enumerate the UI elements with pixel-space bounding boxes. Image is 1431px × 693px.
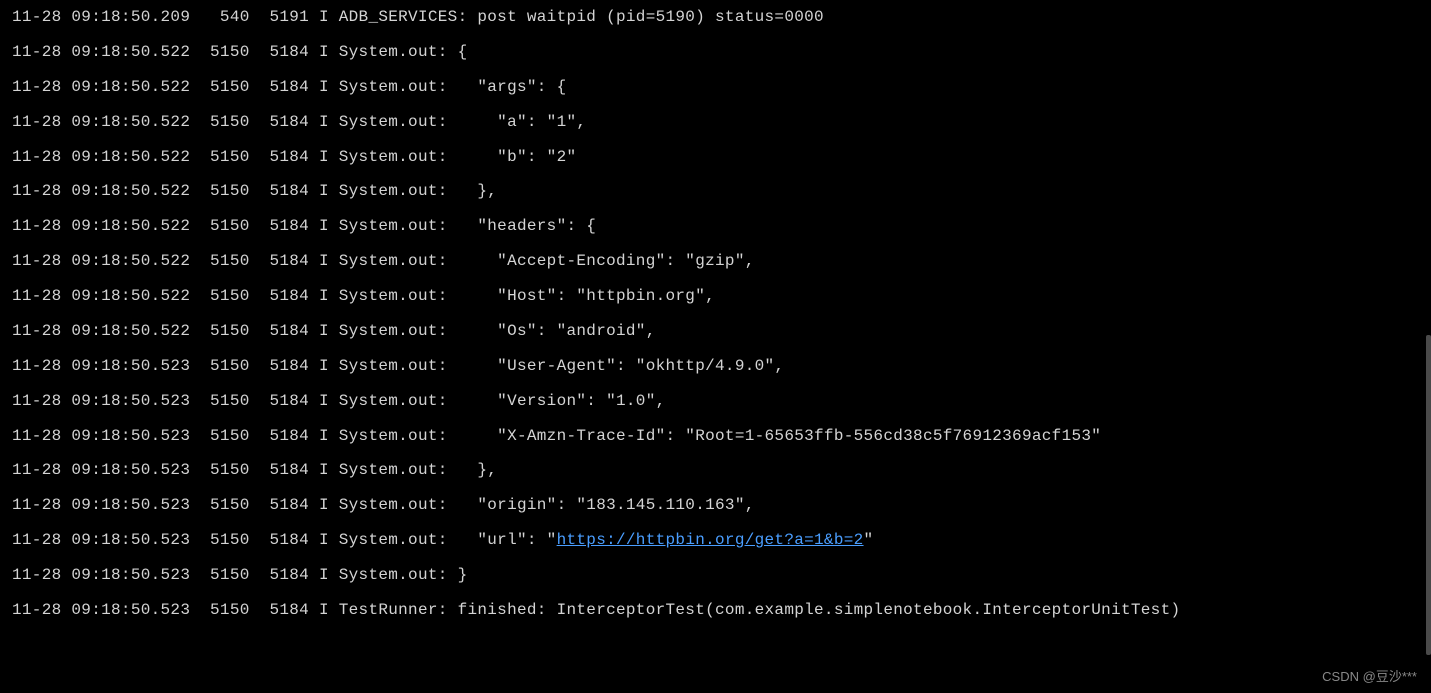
log-line[interactable]: 11-28 09:18:50.523 5150 5184 I System.ou… bbox=[12, 419, 1419, 454]
log-line[interactable]: 11-28 09:18:50.522 5150 5184 I System.ou… bbox=[12, 209, 1419, 244]
log-line[interactable]: 11-28 09:18:50.522 5150 5184 I System.ou… bbox=[12, 70, 1419, 105]
log-line[interactable]: 11-28 09:18:50.522 5150 5184 I System.ou… bbox=[12, 244, 1419, 279]
log-line[interactable]: 11-28 09:18:50.523 5150 5184 I System.ou… bbox=[12, 384, 1419, 419]
log-line[interactable]: 11-28 09:18:50.523 5150 5184 I System.ou… bbox=[12, 453, 1419, 488]
log-line[interactable]: 11-28 09:18:50.522 5150 5184 I System.ou… bbox=[12, 314, 1419, 349]
log-line[interactable]: 11-28 09:18:50.522 5150 5184 I System.ou… bbox=[12, 174, 1419, 209]
log-line[interactable]: 11-28 09:18:50.209 540 5191 I ADB_SERVIC… bbox=[12, 0, 1419, 35]
log-line[interactable]: 11-28 09:18:50.523 5150 5184 I System.ou… bbox=[12, 558, 1419, 593]
scrollbar[interactable] bbox=[1426, 0, 1431, 693]
log-output[interactable]: 11-28 09:18:50.209 540 5191 I ADB_SERVIC… bbox=[0, 0, 1431, 628]
log-line[interactable]: 11-28 09:18:50.523 5150 5184 I System.ou… bbox=[12, 523, 1419, 558]
url-link[interactable]: https://httpbin.org/get?a=1&b=2 bbox=[557, 531, 864, 549]
watermark: CSDN @豆沙*** bbox=[1322, 666, 1417, 685]
log-line[interactable]: 11-28 09:18:50.522 5150 5184 I System.ou… bbox=[12, 35, 1419, 70]
log-line[interactable]: 11-28 09:18:50.522 5150 5184 I System.ou… bbox=[12, 279, 1419, 314]
log-line[interactable]: 11-28 09:18:50.523 5150 5184 I System.ou… bbox=[12, 349, 1419, 384]
scrollbar-thumb[interactable] bbox=[1426, 335, 1431, 655]
log-line[interactable]: 11-28 09:18:50.522 5150 5184 I System.ou… bbox=[12, 105, 1419, 140]
log-line[interactable]: 11-28 09:18:50.523 5150 5184 I System.ou… bbox=[12, 488, 1419, 523]
log-line[interactable]: 11-28 09:18:50.523 5150 5184 I TestRunne… bbox=[12, 593, 1419, 628]
log-line[interactable]: 11-28 09:18:50.522 5150 5184 I System.ou… bbox=[12, 140, 1419, 175]
